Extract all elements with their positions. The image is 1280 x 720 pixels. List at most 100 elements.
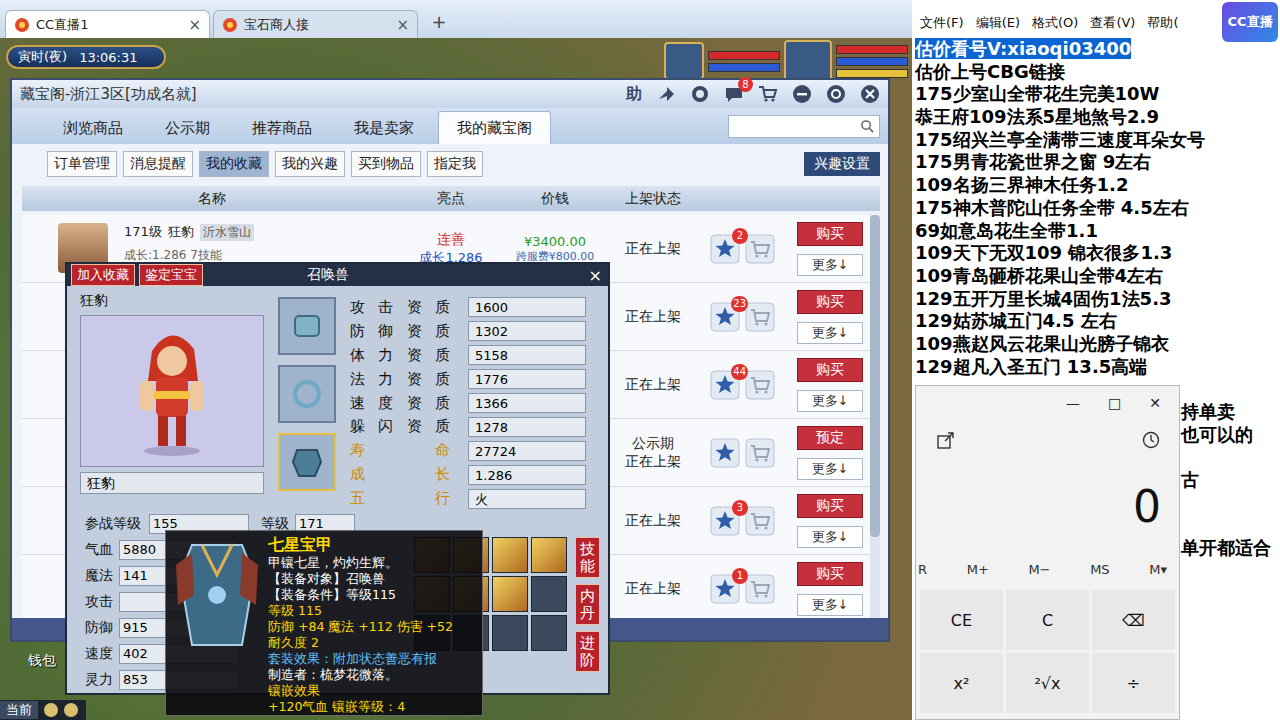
memory-button[interactable]: MS: [1090, 562, 1109, 577]
sub-tab[interactable]: 消息提醒: [123, 151, 193, 177]
close-tab-button[interactable]: ×: [396, 16, 409, 34]
buy-button[interactable]: 购买: [797, 222, 863, 246]
memory-button[interactable]: M−: [1028, 562, 1050, 577]
more-button[interactable]: 更多↓: [797, 458, 863, 480]
main-tab[interactable]: 公示期: [147, 112, 228, 144]
sub-tab[interactable]: 我的兴趣: [275, 151, 345, 177]
calculator-key[interactable]: C: [1006, 590, 1089, 650]
menu-item[interactable]: 帮助(: [1147, 14, 1178, 32]
emote-icon[interactable]: [64, 703, 78, 717]
menu-item[interactable]: 编辑(E): [976, 14, 1020, 32]
more-button[interactable]: 更多↓: [797, 526, 863, 548]
interest-settings-button[interactable]: 兴趣设置: [804, 152, 880, 176]
search-icon[interactable]: [860, 119, 875, 134]
menu-item[interactable]: 格式(O): [1032, 14, 1078, 32]
scroll-thumb[interactable]: [870, 215, 880, 537]
calculator-key[interactable]: x²: [920, 653, 1003, 713]
favorite-button[interactable]: [710, 438, 740, 468]
browser-tab[interactable]: 宝石商人接 ×: [213, 10, 418, 38]
message-button[interactable]: 8: [724, 84, 744, 104]
record-icon[interactable]: [690, 84, 710, 104]
pet-action-button[interactable]: 加入收藏: [71, 264, 135, 286]
memory-button[interactable]: M▾: [1149, 562, 1167, 577]
share-icon[interactable]: [656, 84, 676, 104]
memory-button[interactable]: R: [918, 562, 927, 577]
pet-action-button[interactable]: 鉴定宝宝: [139, 264, 203, 286]
more-button[interactable]: 更多↓: [797, 594, 863, 616]
buy-button[interactable]: 预定: [797, 426, 863, 450]
column-header: 价钱: [500, 186, 610, 211]
window-title-bar[interactable]: 藏宝阁-浙江3区[功成名就] 助 8: [12, 80, 888, 108]
calculator-title-bar[interactable]: — □ ✕: [916, 386, 1179, 420]
main-tab[interactable]: 推荐商品: [234, 112, 330, 144]
sub-tab[interactable]: 买到物品: [351, 151, 421, 177]
buy-button[interactable]: 购买: [797, 290, 863, 314]
chat-channel[interactable]: 当前: [0, 701, 38, 719]
window-control-button[interactable]: ✕: [1149, 395, 1161, 411]
sub-tab[interactable]: 我的收藏: [199, 151, 269, 177]
player-portrait[interactable]: [784, 40, 832, 82]
buy-button[interactable]: 购买: [797, 562, 863, 586]
window-control-button[interactable]: —: [1066, 395, 1080, 411]
favorite-button[interactable]: 1: [710, 574, 740, 604]
more-button[interactable]: 更多↓: [797, 390, 863, 412]
close-icon[interactable]: [860, 84, 880, 104]
close-tab-button[interactable]: ×: [188, 16, 201, 34]
cart-icon[interactable]: [758, 84, 778, 104]
sub-tab[interactable]: 指定我: [427, 151, 483, 177]
more-button[interactable]: 更多↓: [797, 322, 863, 344]
cart-icon[interactable]: [745, 234, 775, 264]
calculator-key[interactable]: CE: [920, 590, 1003, 650]
help-button[interactable]: 助: [626, 84, 642, 105]
skill-slot[interactable]: [531, 537, 567, 573]
cart-icon[interactable]: [745, 574, 775, 604]
pet-portrait[interactable]: [664, 42, 704, 80]
calculator-key[interactable]: ⌫: [1092, 590, 1175, 650]
side-tab-button[interactable]: 内丹: [575, 584, 600, 625]
equipment-slot[interactable]: [278, 433, 336, 491]
equipment-slot[interactable]: [278, 297, 336, 355]
pet-nickname-field[interactable]: 狂豹: [80, 472, 264, 494]
sub-tab[interactable]: 订单管理: [47, 151, 117, 177]
skill-slot[interactable]: [492, 537, 528, 573]
skill-slot[interactable]: [531, 576, 567, 612]
close-button[interactable]: ×: [589, 266, 602, 285]
favorite-button[interactable]: 2: [710, 234, 740, 264]
history-icon[interactable]: [1141, 430, 1161, 450]
side-tab-button[interactable]: 进阶: [575, 631, 600, 672]
window-control-button[interactable]: □: [1108, 395, 1121, 411]
favorite-count-badge: 23: [731, 296, 748, 312]
minimize-icon[interactable]: [792, 84, 812, 104]
cart-icon[interactable]: [745, 370, 775, 400]
favorite-button[interactable]: 3: [710, 506, 740, 536]
calculator-key[interactable]: ²√x: [1006, 653, 1089, 713]
buy-button[interactable]: 购买: [797, 494, 863, 518]
main-tab[interactable]: 我是卖家: [336, 112, 432, 144]
skill-slot[interactable]: [492, 576, 528, 612]
favorite-button[interactable]: 44: [710, 370, 740, 400]
keep-on-top-icon[interactable]: [936, 430, 956, 450]
side-tab-button[interactable]: 技能: [575, 537, 600, 578]
menu-item[interactable]: 文件(F): [920, 14, 964, 32]
main-tab[interactable]: 浏览商品: [45, 112, 141, 144]
cart-icon[interactable]: [745, 302, 775, 332]
mic-icon[interactable]: [44, 703, 58, 717]
equipment-slot[interactable]: [278, 365, 336, 423]
cart-icon[interactable]: [745, 506, 775, 536]
memory-button[interactable]: M+: [967, 562, 989, 577]
favorite-button[interactable]: 23: [710, 302, 740, 332]
cart-icon[interactable]: [745, 438, 775, 468]
more-button[interactable]: 更多↓: [797, 254, 863, 276]
main-tab[interactable]: 我的藏宝阁: [438, 111, 551, 144]
skill-slot[interactable]: [531, 615, 567, 651]
settings-icon[interactable]: [826, 84, 846, 104]
buy-button[interactable]: 购买: [797, 358, 863, 382]
browser-tab[interactable]: CC直播1 ×: [5, 10, 210, 38]
scrollbar[interactable]: [870, 215, 880, 618]
new-tab-button[interactable]: +: [427, 11, 451, 35]
search-field[interactable]: [728, 115, 880, 138]
aptitude-label: 五行: [350, 489, 450, 508]
calculator-key[interactable]: ÷: [1092, 653, 1175, 713]
skill-slot[interactable]: [492, 615, 528, 651]
menu-item[interactable]: 查看(V): [1090, 14, 1135, 32]
